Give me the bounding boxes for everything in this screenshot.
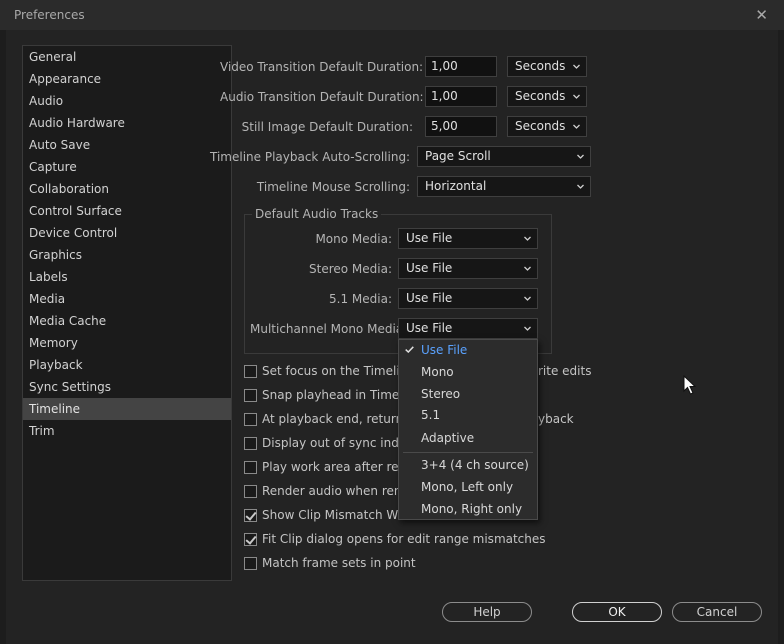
sidebar-item-labels[interactable]: Labels bbox=[23, 266, 231, 288]
dropdown-option-mono-left[interactable]: Mono, Left only bbox=[399, 477, 537, 498]
sidebar-item-capture[interactable]: Capture bbox=[23, 156, 231, 178]
video-transition-unit-value: Seconds bbox=[515, 59, 566, 73]
out-of-sync-checkbox[interactable] bbox=[244, 437, 257, 450]
sidebar-item-audio[interactable]: Audio bbox=[23, 90, 231, 112]
dropdown-option-adaptive[interactable]: Adaptive bbox=[399, 428, 537, 449]
video-transition-unit-select[interactable]: Seconds bbox=[507, 56, 587, 77]
sidebar-item-audio-hardware[interactable]: Audio Hardware bbox=[23, 112, 231, 134]
play-work-area-checkbox[interactable] bbox=[244, 461, 257, 474]
chevron-down-icon bbox=[573, 124, 580, 129]
dropdown-option-stereo[interactable]: Stereo bbox=[399, 384, 537, 405]
dropdown-option-3-4[interactable]: 3+4 (4 ch source) bbox=[399, 455, 537, 476]
return-at-end-checkbox[interactable] bbox=[244, 413, 257, 426]
fit-clip-dialog-checkbox[interactable] bbox=[244, 533, 257, 546]
audio-transition-duration-input[interactable]: 1,00 bbox=[425, 86, 497, 107]
option-display-out-of-sync[interactable]: Display out of sync indicato bbox=[244, 436, 428, 454]
multichannel-mono-media-select[interactable]: Use File bbox=[398, 318, 538, 339]
return-at-end-text-tail: yback bbox=[538, 412, 574, 426]
sidebar-item-trim[interactable]: Trim bbox=[23, 420, 231, 442]
sidebar-item-device-control[interactable]: Device Control bbox=[23, 222, 231, 244]
mono-media-select[interactable]: Use File bbox=[398, 228, 538, 249]
video-transition-duration-input[interactable]: 1,00 bbox=[425, 56, 497, 77]
chevron-down-icon bbox=[524, 266, 531, 271]
chevron-down-icon bbox=[577, 184, 584, 189]
dropdown-option-label: Use File bbox=[421, 343, 468, 357]
chevron-down-icon bbox=[524, 236, 531, 241]
mono-media-label: Mono Media: bbox=[315, 232, 392, 246]
check-icon bbox=[405, 346, 414, 353]
match-frame-checkbox[interactable] bbox=[244, 557, 257, 570]
stereo-media-select[interactable]: Use File bbox=[398, 258, 538, 279]
dropdown-option-use-file[interactable]: Use File bbox=[399, 340, 537, 361]
sidebar-item-memory[interactable]: Memory bbox=[23, 332, 231, 354]
chevron-down-icon bbox=[573, 94, 580, 99]
sidebar-item-media[interactable]: Media bbox=[23, 288, 231, 310]
five-one-media-label: 5.1 Media: bbox=[329, 292, 392, 306]
multichannel-mono-media-value: Use File bbox=[406, 321, 453, 335]
option-fit-clip-dialog[interactable]: Fit Clip dialog opens for edit range mis… bbox=[244, 532, 546, 550]
cancel-button[interactable]: Cancel bbox=[672, 602, 762, 622]
mouse-pointer-icon bbox=[683, 375, 697, 395]
option-snap-playhead[interactable]: Snap playhead in Timeline v bbox=[244, 388, 432, 406]
show-clip-mismatch-checkbox[interactable] bbox=[244, 509, 257, 522]
chevron-down-icon bbox=[573, 64, 580, 69]
help-button[interactable]: Help bbox=[442, 602, 532, 622]
option-render-audio[interactable]: Render audio when renderir bbox=[244, 484, 430, 502]
playback-auto-scrolling-label: Timeline Playback Auto-Scrolling: bbox=[210, 150, 411, 164]
close-icon[interactable]: ✕ bbox=[755, 6, 768, 24]
preferences-sidebar: General Appearance Audio Audio Hardware … bbox=[22, 45, 232, 581]
sidebar-item-timeline[interactable]: Timeline bbox=[23, 398, 231, 420]
still-image-duration-label: Still Image Default Duration: bbox=[241, 120, 413, 134]
option-show-clip-mismatch[interactable]: Show Clip Mismatch Warnin bbox=[244, 508, 428, 526]
still-image-unit-value: Seconds bbox=[515, 119, 566, 133]
stereo-media-label: Stereo Media: bbox=[309, 262, 392, 276]
title-bar: Preferences ✕ bbox=[0, 0, 784, 30]
five-one-media-value: Use File bbox=[406, 291, 453, 305]
set-focus-text-tail: rite edits bbox=[538, 364, 592, 378]
sidebar-item-control-surface[interactable]: Control Surface bbox=[23, 200, 231, 222]
chevron-down-icon bbox=[524, 326, 531, 331]
sidebar-item-playback[interactable]: Playback bbox=[23, 354, 231, 376]
playback-auto-scrolling-value: Page Scroll bbox=[425, 149, 491, 163]
still-image-duration-input[interactable]: 5,00 bbox=[425, 116, 497, 137]
audio-transition-unit-select[interactable]: Seconds bbox=[507, 86, 587, 107]
playback-auto-scrolling-select[interactable]: Page Scroll bbox=[417, 146, 591, 167]
render-audio-checkbox[interactable] bbox=[244, 485, 257, 498]
audio-transition-unit-value: Seconds bbox=[515, 89, 566, 103]
sidebar-item-media-cache[interactable]: Media Cache bbox=[23, 310, 231, 332]
option-match-frame-sets-in-point[interactable]: Match frame sets in point bbox=[244, 556, 444, 574]
stereo-media-value: Use File bbox=[406, 261, 453, 275]
sidebar-item-collaboration[interactable]: Collaboration bbox=[23, 178, 231, 200]
match-frame-text: Match frame sets in point bbox=[262, 556, 416, 570]
dropdown-option-five-one[interactable]: 5.1 bbox=[399, 405, 537, 426]
multichannel-mono-dropdown-menu: Use File Mono Stereo 5.1 Adaptive 3+4 (4… bbox=[398, 339, 538, 520]
chevron-down-icon bbox=[577, 154, 584, 159]
default-audio-tracks-title: Default Audio Tracks bbox=[252, 207, 382, 221]
video-transition-duration-label: Video Transition Default Duration: bbox=[220, 60, 424, 74]
sidebar-item-general[interactable]: General bbox=[23, 46, 231, 68]
sidebar-item-graphics[interactable]: Graphics bbox=[23, 244, 231, 266]
dropdown-separator bbox=[403, 452, 533, 453]
ok-button[interactable]: OK bbox=[572, 602, 662, 622]
mono-media-value: Use File bbox=[406, 231, 453, 245]
mouse-scrolling-label: Timeline Mouse Scrolling: bbox=[256, 180, 410, 194]
audio-transition-duration-label: Audio Transition Default Duration: bbox=[220, 90, 424, 104]
multichannel-mono-media-label: Multichannel Mono Media: bbox=[250, 322, 408, 336]
option-play-work-area[interactable]: Play work area after render bbox=[244, 460, 426, 478]
chevron-down-icon bbox=[524, 296, 531, 301]
still-image-unit-select[interactable]: Seconds bbox=[507, 116, 587, 137]
fit-clip-dialog-text: Fit Clip dialog opens for edit range mis… bbox=[262, 532, 546, 546]
set-focus-checkbox[interactable] bbox=[244, 365, 257, 378]
dropdown-option-mono[interactable]: Mono bbox=[399, 362, 537, 383]
dropdown-option-mono-right[interactable]: Mono, Right only bbox=[399, 499, 537, 520]
window-title: Preferences bbox=[14, 8, 85, 22]
snap-playhead-checkbox[interactable] bbox=[244, 389, 257, 402]
sidebar-item-sync-settings[interactable]: Sync Settings bbox=[23, 376, 231, 398]
five-one-media-select[interactable]: Use File bbox=[398, 288, 538, 309]
sidebar-item-auto-save[interactable]: Auto Save bbox=[23, 134, 231, 156]
mouse-scrolling-select[interactable]: Horizontal bbox=[417, 176, 591, 197]
sidebar-item-appearance[interactable]: Appearance bbox=[23, 68, 231, 90]
mouse-scrolling-value: Horizontal bbox=[425, 179, 487, 193]
